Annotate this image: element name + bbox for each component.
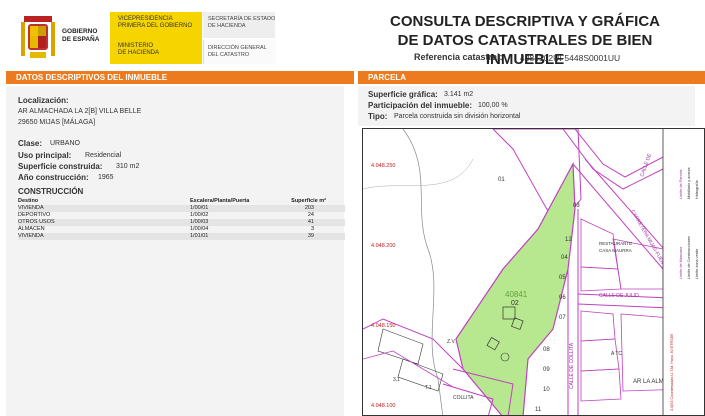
street-calle-collita: CALLE DE COLLITA: [569, 342, 575, 389]
legend-construcciones: Límite de Construcciones: [687, 236, 691, 279]
parcel-label-03: 03: [573, 203, 580, 209]
restaurant-label-1: RESTAURANTE: [599, 241, 632, 246]
col-escalera: Escalera/Planta/Puerta: [190, 198, 250, 204]
table-row: VIVIENDA 1/01/01 39: [18, 233, 345, 240]
direccion-label: DIRECCIÓN GENERAL DEL CATASTRO: [208, 45, 267, 58]
secretaria-label: SECRETARÍA DE ESTADO DE HACIENDA: [208, 16, 276, 29]
descriptive-panel: [6, 86, 344, 416]
y-label-1: 4.048.250: [371, 163, 395, 169]
ref-label: Referencia catastral:: [414, 52, 503, 62]
localizacion-line2: 29650 MIJAS [MÁLAGA]: [18, 119, 96, 126]
parcel-label-01: 01: [498, 177, 505, 183]
parcel-label-06: 06: [559, 295, 566, 301]
legend-manzana: Límite de Manzana: [679, 246, 683, 279]
tipo-value: Parcela construida sin división horizont…: [394, 113, 521, 120]
anio-value: 1965: [98, 174, 114, 181]
ref-value: 4084102UF5448S0001UU: [520, 53, 621, 63]
parcel-id-label: 40841: [505, 290, 528, 299]
legend-hidrografia: Hidrografía: [695, 179, 699, 199]
map-svg: 4.048.250 4.048.200 4.048.150 4.048.100 …: [363, 129, 704, 415]
parcel-label-07: 07: [559, 315, 566, 321]
y-label-2: 4.048.200: [371, 243, 395, 249]
restaurant-label-2: CASA MAURRA: [599, 248, 632, 253]
section-bar-descriptivos: DATOS DESCRIPTIVOS DEL INMUEBLE: [6, 71, 354, 84]
zv-label: Z.V.: [447, 339, 456, 345]
vicepresidencia-label: VICEPRESIDENCIA PRIMERA DEL GOBIERNO: [118, 16, 193, 29]
gobierno-label: GOBIERNO DE ESPAÑA: [62, 28, 100, 43]
tipo-label: Tipo:: [368, 112, 388, 121]
parcel-label-09: 09: [543, 367, 550, 373]
t1-label: T.1: [425, 385, 432, 391]
parcel-label-10: 10: [543, 387, 550, 393]
parcel-label-04: 04: [561, 255, 568, 261]
street-calle-julio: CALLE DE JULIO: [599, 293, 639, 299]
section-bar-parcela: PARCELA: [358, 71, 705, 84]
collita-label: COLLITA: [453, 395, 474, 401]
localizacion-line1: AR ALMACHADA LA 2[B] VILLA BELLE: [18, 108, 142, 115]
cadastral-map[interactable]: 4.048.250 4.048.200 4.048.150 4.048.100 …: [362, 128, 705, 416]
legend-zona-verde: Límite zona verde: [695, 249, 699, 279]
parcel-label-11: 11: [535, 407, 542, 413]
misc-label: 3,1: [393, 377, 400, 383]
ministerio-label: MINISTERIO DE HACIENDA: [118, 43, 160, 56]
table-row: OTROS USOS 1/00/03 41: [18, 219, 345, 226]
participacion-label: Participación del inmueble:: [368, 101, 473, 110]
parcel-label-12: 12: [565, 237, 572, 243]
construction-table: Destino Escalera/Planta/Puerta Superfici…: [18, 198, 345, 240]
uso-value: Residencial: [85, 152, 122, 159]
header: GOBIERNO DE ESPAÑA VICEPRESIDENCIA PRIMERA…: [0, 0, 705, 68]
legend-parcela: Límite de Parcela: [679, 169, 683, 199]
participacion-value: 100,00 %: [478, 102, 508, 109]
superficie-label: Superficie construida:: [18, 162, 103, 171]
parcel-label-02: 02: [511, 300, 519, 307]
legend-coords: 3.0|53 Coordenadas U.T.M. Huso 30 ETRS89: [670, 334, 674, 411]
street-calle-de: CALLE DE: [639, 152, 653, 177]
table-header: Destino Escalera/Planta/Puerta Superfici…: [18, 198, 345, 205]
y-label-3: 4.048.150: [371, 323, 395, 329]
construccion-heading: CONSTRUCCIÓN: [18, 187, 84, 196]
table-row: DEPORTIVO 1/00/02 24: [18, 212, 314, 218]
coat-of-arms-icon: [21, 16, 55, 58]
supgrafica-value: 3.141 m2: [444, 91, 474, 98]
table-row: ALMACEN 1/00/04 3: [18, 226, 314, 232]
clase-value: URBANO: [50, 140, 80, 147]
table-row: VIVIENDA 1/00/01 203: [18, 205, 345, 212]
supgrafica-label: Superficie gráfica:: [368, 90, 438, 99]
uso-label: Uso principal:: [18, 151, 72, 160]
parcel-label-05: 05: [559, 275, 566, 281]
localizacion-label: Localización:: [18, 96, 69, 105]
y-label-4: 4.048.100: [371, 403, 395, 409]
col-destino: Destino: [18, 198, 39, 204]
legend-mobiliario: Mobiliario y aceras: [687, 167, 691, 199]
col-superficie: Superficie m²: [291, 198, 326, 204]
anio-label: Año construcción:: [18, 173, 89, 182]
superficie-value: 310 m2: [116, 163, 140, 170]
clase-label: Clase:: [18, 139, 43, 148]
parcel-label-08: 08: [543, 347, 550, 353]
atc-label: A TC: [611, 351, 622, 357]
street-ar-la-alma: AR LA ALMA: [633, 379, 668, 385]
